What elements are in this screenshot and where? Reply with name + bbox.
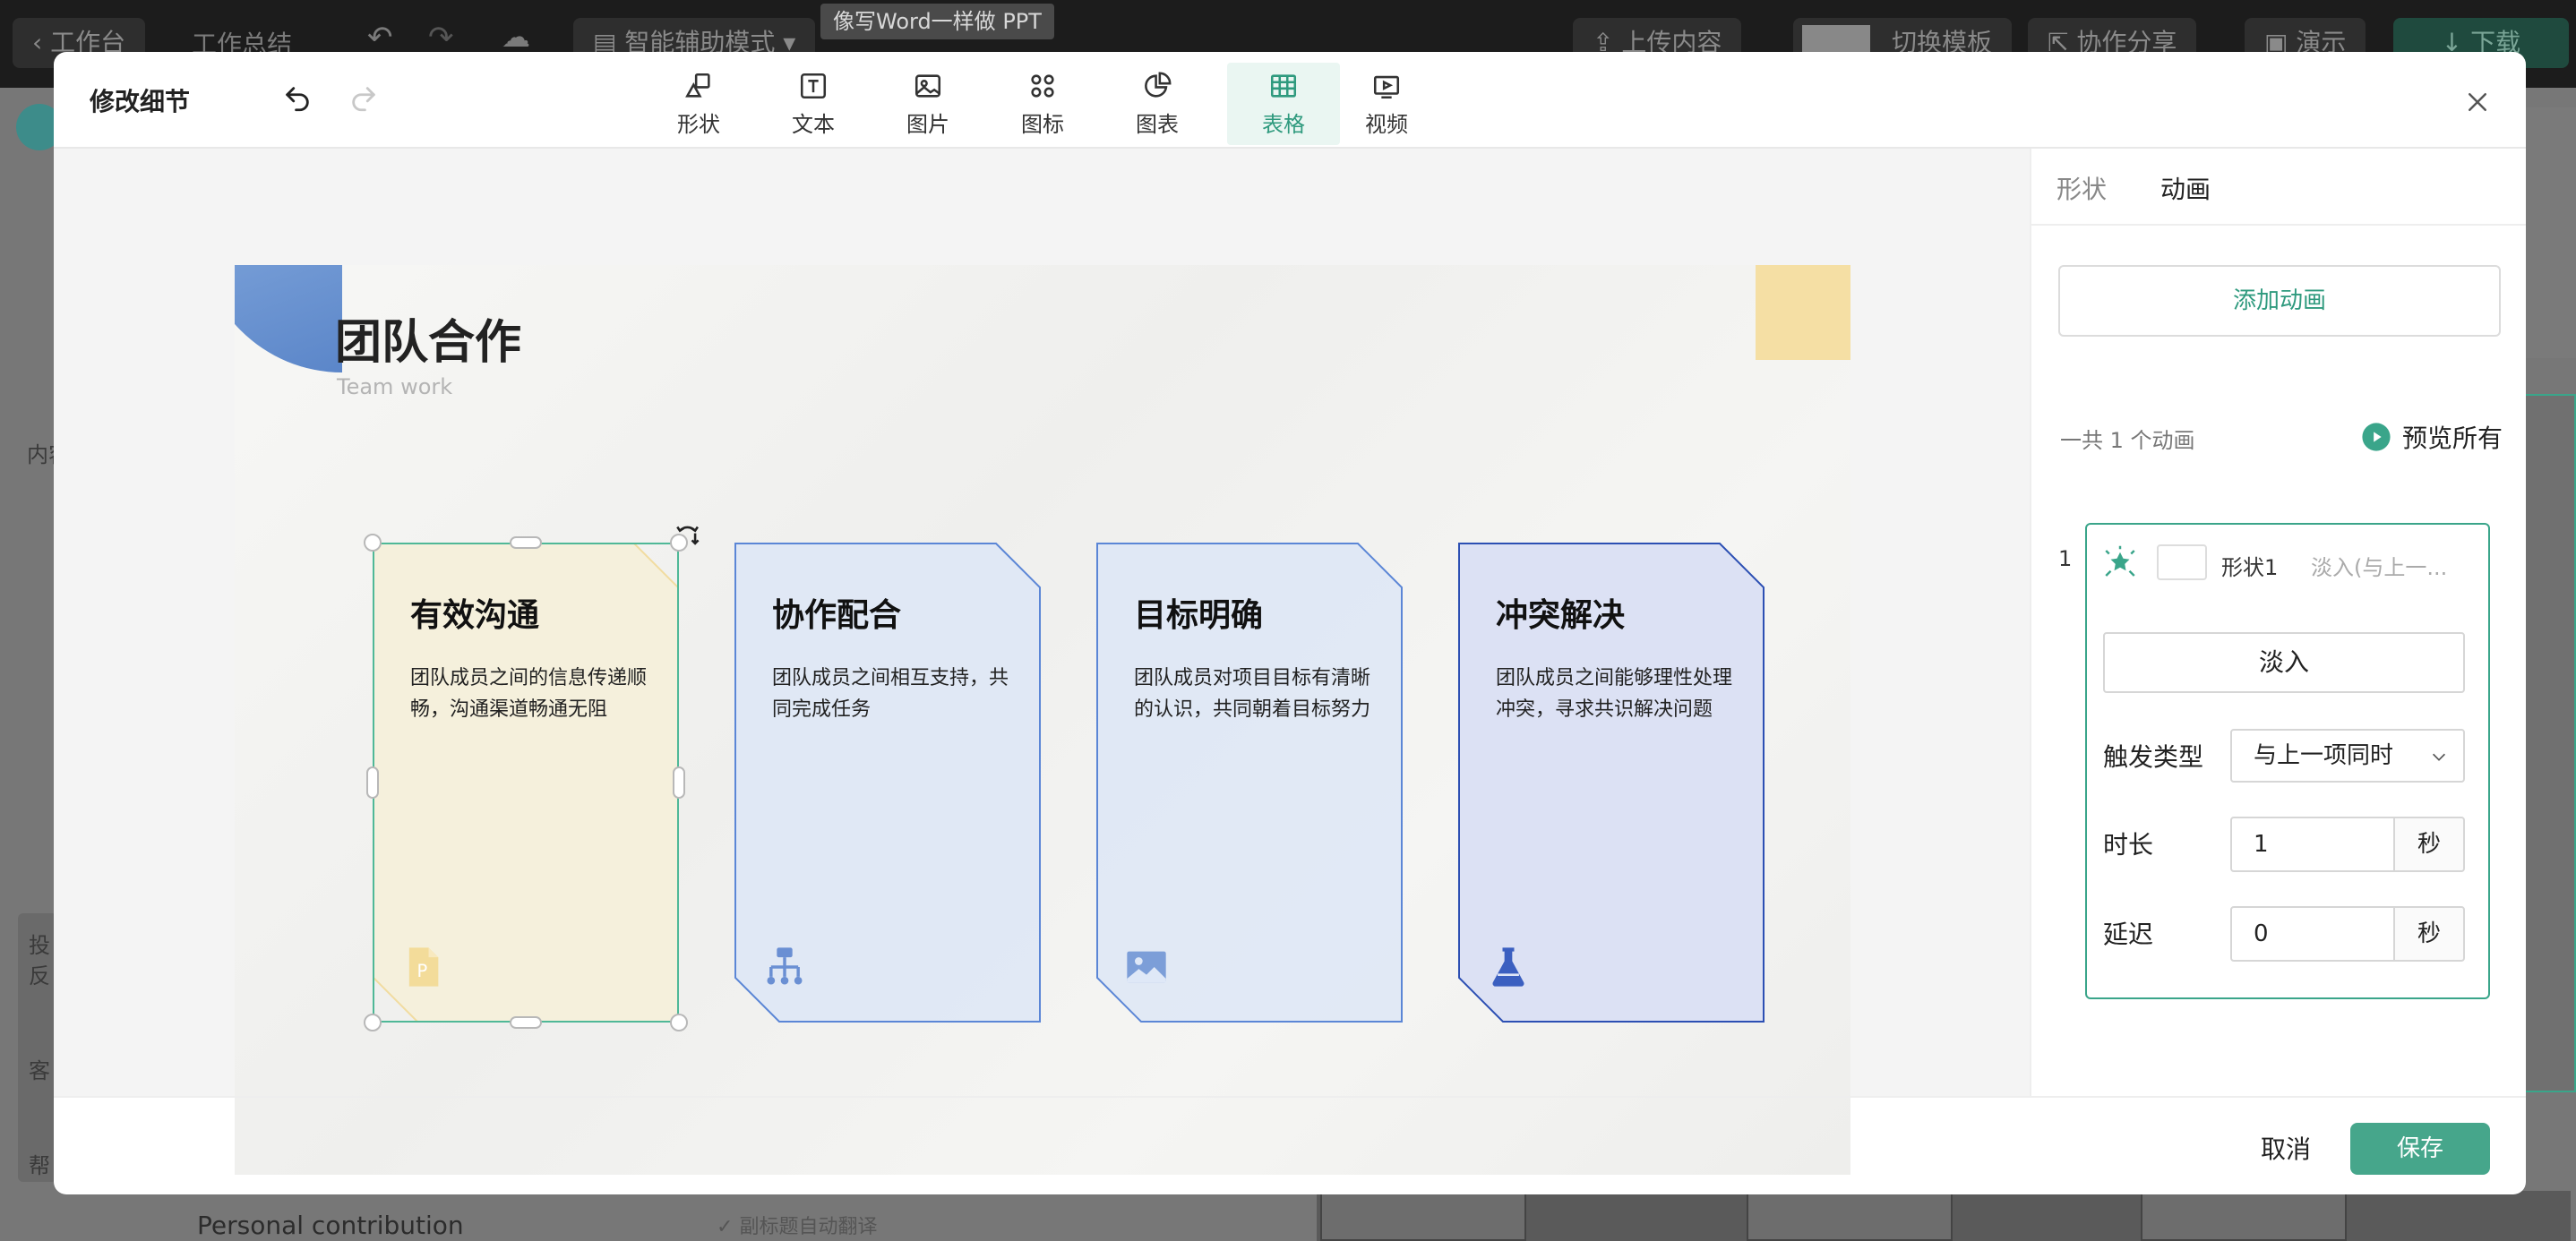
resize-handle[interactable] bbox=[673, 766, 685, 799]
org-chart-icon bbox=[767, 947, 803, 985]
flask-icon bbox=[1492, 947, 1524, 987]
undo-icon[interactable]: ↶ bbox=[367, 20, 393, 56]
effect-select-button[interactable]: 淡入 bbox=[2103, 632, 2465, 693]
tool-image[interactable]: 图片 bbox=[883, 63, 973, 145]
trigger-label: 触发类型 bbox=[2103, 742, 2204, 772]
tool-video[interactable]: 视频 bbox=[1342, 63, 1431, 145]
tool-chart[interactable]: 图表 bbox=[1112, 63, 1202, 145]
auto-translate-toggle[interactable]: ✓ 副标题自动翻译 bbox=[717, 1211, 877, 1239]
card-title: 协作配合 bbox=[772, 597, 902, 634]
redo-button[interactable] bbox=[344, 79, 383, 118]
shape-preview-box bbox=[2157, 544, 2207, 580]
duration-unit: 秒 bbox=[2393, 817, 2465, 872]
slide-canvas[interactable]: 团队合作 Team work 有效沟通 团队成员之间的信息传递顺畅，沟通渠道畅通… bbox=[235, 265, 1850, 1175]
check-icon: ✓ bbox=[717, 1216, 740, 1238]
tab-animation[interactable]: 动画 bbox=[2160, 170, 2211, 206]
image-icon bbox=[914, 73, 941, 98]
card-cooperation[interactable]: 协作配合 团队成员之间相互支持，共同完成任务 bbox=[734, 543, 1041, 1023]
slide-canvas-area: 团队合作 Team work 有效沟通 团队成员之间的信息传递顺畅，沟通渠道畅通… bbox=[54, 149, 2030, 1175]
tool-shape[interactable]: 形状 bbox=[654, 63, 743, 145]
cloud-icon[interactable]: ☁ bbox=[502, 20, 530, 54]
slide-subtitle[interactable]: Team work bbox=[337, 374, 452, 399]
outline-item[interactable]: Personal contribution bbox=[197, 1211, 464, 1240]
card-conflict-resolution[interactable]: 冲突解决 团队成员之间能够理性处理冲突，寻求共识解决问题 bbox=[1458, 543, 1765, 1023]
delay-label: 延迟 bbox=[2103, 920, 2154, 949]
animation-shape-name: 形状1 bbox=[2221, 555, 2279, 580]
chart-icon bbox=[1145, 72, 1172, 98]
right-panel-bg bbox=[2524, 107, 2576, 358]
card-text: 团队成员对项目目标有清晰的认识，共同朝着目标努力 bbox=[1134, 667, 1371, 721]
redo-icon[interactable]: ↷ bbox=[428, 20, 454, 56]
mode-tooltip: 像写Word一样做 PPT bbox=[820, 4, 1054, 39]
delay-input[interactable]: 0 bbox=[2230, 906, 2395, 962]
animation-index: 1 bbox=[2058, 546, 2073, 571]
tool-text[interactable]: 文本 bbox=[769, 63, 858, 145]
card-text: 团队成员之间能够理性处理冲突，寻求共识解决问题 bbox=[1496, 667, 1733, 721]
chevron-down-icon bbox=[2432, 753, 2446, 761]
help-label[interactable]: 帮 bbox=[29, 1148, 50, 1179]
duration-label: 时长 bbox=[2103, 830, 2154, 860]
card-text: 团队成员之间相互支持，共同完成任务 bbox=[772, 667, 1009, 721]
tab-shape[interactable]: 形状 bbox=[2057, 170, 2107, 206]
resize-handle[interactable] bbox=[670, 1014, 688, 1031]
card-title: 冲突解决 bbox=[1496, 597, 1626, 634]
resize-handle[interactable] bbox=[364, 1014, 382, 1031]
feedback-label-2[interactable]: 反 bbox=[29, 958, 50, 989]
animation-count: 一共 1 个动画 bbox=[2060, 428, 2195, 453]
panel-divider bbox=[2031, 224, 2526, 226]
close-icon bbox=[2469, 93, 2486, 111]
right-thumbnail-strip[interactable] bbox=[2524, 394, 2576, 1092]
chevron-left-icon: ‹ bbox=[32, 28, 51, 57]
trigger-select[interactable]: 与上一项同时 bbox=[2230, 729, 2465, 783]
cancel-button[interactable]: 取消 bbox=[2239, 1125, 2332, 1175]
properties-panel: 形状 动画 添加动画 一共 1 个动画 预览所有 1 形状1 淡入(与上一...… bbox=[2030, 149, 2526, 1096]
table-icon bbox=[1270, 73, 1297, 98]
tool-table[interactable]: 表格 bbox=[1227, 63, 1340, 145]
sidebar-tools: 投 反 客 帮 bbox=[18, 913, 57, 1182]
undo-button[interactable] bbox=[278, 79, 317, 118]
video-icon bbox=[1373, 75, 1400, 98]
service-label[interactable]: 客 bbox=[29, 1053, 50, 1084]
tool-icons[interactable]: 图标 bbox=[998, 63, 1087, 145]
card-clear-goals[interactable]: 目标明确 团队成员对项目目标有清晰的认识，共同朝着目标努力 bbox=[1096, 543, 1403, 1023]
save-button[interactable]: 保存 bbox=[2350, 1123, 2490, 1175]
delay-unit: 秒 bbox=[2393, 906, 2465, 962]
picture-icon bbox=[1127, 951, 1166, 983]
preview-all-button[interactable]: 预览所有 bbox=[2361, 419, 2503, 455]
decorative-quarter-circle[interactable] bbox=[235, 265, 342, 372]
resize-handle[interactable] bbox=[510, 536, 542, 549]
animation-star-icon bbox=[2105, 545, 2135, 577]
animation-effect-summary: 淡入(与上一... bbox=[2311, 555, 2448, 580]
footer-divider bbox=[54, 1096, 2526, 1098]
icons-icon bbox=[1031, 73, 1054, 98]
slide-title[interactable]: 团队合作 bbox=[335, 304, 521, 372]
undo-icon bbox=[286, 87, 309, 112]
add-animation-button[interactable]: 添加动画 bbox=[2058, 265, 2501, 337]
shape-icon bbox=[685, 73, 710, 98]
edit-detail-dialog: 修改细节 形状 文本 图片 图标 图表 表格 视频 团队合作 Team work… bbox=[54, 52, 2526, 1194]
rotate-handle-icon[interactable] bbox=[674, 519, 704, 550]
animation-item[interactable]: 形状1 淡入(与上一... 淡入 触发类型 与上一项同时 时长 1 秒 延迟 0… bbox=[2085, 523, 2490, 999]
selection-frame bbox=[373, 543, 679, 1023]
feedback-label[interactable]: 投 bbox=[29, 928, 50, 959]
card-title: 目标明确 bbox=[1134, 597, 1264, 634]
resize-handle[interactable] bbox=[510, 1016, 542, 1029]
close-button[interactable] bbox=[2458, 82, 2497, 122]
decorative-square[interactable] bbox=[1756, 265, 1850, 360]
dialog-title: 修改细节 bbox=[90, 87, 191, 116]
text-icon bbox=[800, 73, 827, 98]
resize-handle[interactable] bbox=[364, 534, 382, 552]
duration-input[interactable]: 1 bbox=[2230, 817, 2395, 872]
redo-icon bbox=[352, 87, 375, 112]
resize-handle[interactable] bbox=[366, 766, 379, 799]
play-icon bbox=[2362, 423, 2391, 451]
